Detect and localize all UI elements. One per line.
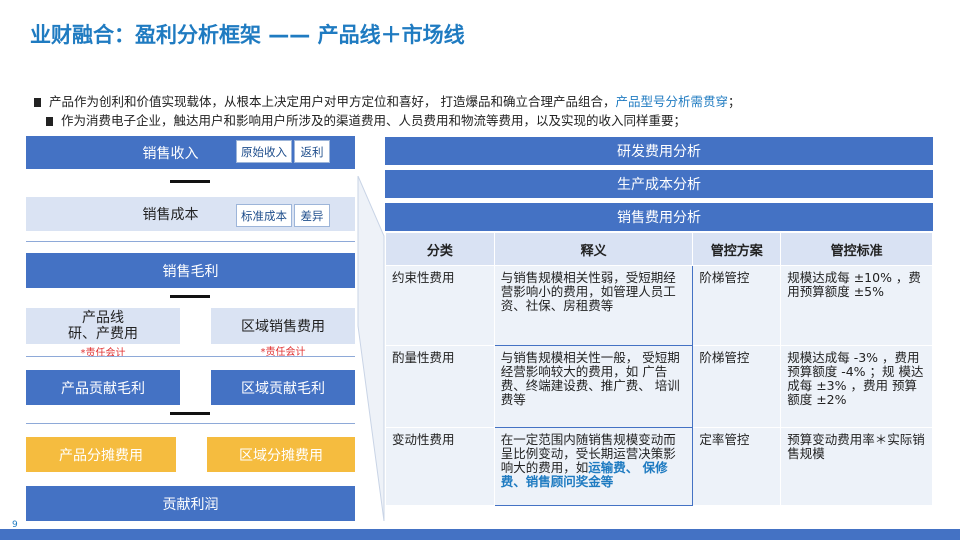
column-header: 释义 [493, 232, 694, 266]
table-row: 变动性费用 在一定范围内随销售规模变动而呈比例变动，受长期运营决策影响大的费用，… [385, 427, 933, 506]
column-header: 管控标准 [780, 232, 933, 266]
page-title: 业财融合：盈利分析框架 —— 产品线＋市场线 [30, 23, 465, 47]
bullet-1: 产品作为创利和价值实现载体，从根本上决定用户对甲方定位和喜好， 打造爆品和确立合… [34, 91, 741, 110]
product-allocated-expense-box: 产品分摊费用 [26, 437, 176, 472]
sales-cost-label: 销售成本 [142, 207, 199, 223]
explanation-cell: 在一定范围内随销售规模变动而呈比例变动，受长期运营决策影响大的费用，如运输费、 … [493, 427, 694, 506]
regional-allocated-expense-box: 区域分摊费用 [207, 437, 355, 472]
sales-expense-analysis-header: 销售费用分析 [385, 203, 933, 231]
product-contribution-margin-box: 产品贡献毛利 [26, 370, 180, 405]
divider-line [26, 423, 355, 424]
category-cell: 变动性费用 [385, 427, 495, 506]
expense-control-table: 分类 释义 管控方案 管控标准 约束性费用 与销售规模相关性弱，受短期经营影响小… [385, 232, 933, 506]
minus-sign [170, 295, 210, 298]
bullet-1-highlight: 产品型号分析需贯穿 [615, 94, 728, 109]
category-cell: 约束性费用 [385, 265, 495, 346]
column-header: 管控方案 [692, 232, 782, 266]
regional-contribution-margin-box: 区域贡献毛利 [211, 370, 355, 405]
tag-rebate: 返利 [294, 140, 330, 163]
rd-production-expense-label: 研、产费用 [68, 326, 138, 342]
standard-cell: 预算变动费用率＊实际销售规模 [780, 427, 933, 506]
connector-wedge [357, 176, 385, 521]
sales-income-label: 销售收入 [142, 145, 199, 162]
explanation-cell: 与销售规模相关性弱，受短期经营影响小的费用，如管理人员工资、社保、房租费等 [493, 265, 694, 346]
standard-cell: 规模达成每 -3% ，费用预算额度 -4% ；规 模达成每 ±3% ，费用 预算… [780, 345, 933, 428]
contribution-profit-box: 贡献利润 [26, 486, 355, 521]
scheme-cell: 阶梯管控 [692, 345, 782, 428]
minus-sign [170, 180, 210, 183]
table-row: 约束性费用 与销售规模相关性弱，受短期经营影响小的费用，如管理人员工资、社保、房… [385, 265, 933, 346]
gross-profit-box: 销售毛利 [26, 253, 355, 288]
rd-expense-analysis-header: 研发费用分析 [385, 137, 933, 165]
table-header-row: 分类 释义 管控方案 管控标准 [385, 232, 933, 266]
equals-line [26, 241, 355, 242]
equals-line [26, 356, 355, 357]
production-cost-analysis-header: 生产成本分析 [385, 170, 933, 198]
category-cell: 酌量性费用 [385, 345, 495, 428]
bullet-1-text: 产品作为创利和价值实现载体，从根本上决定用户对甲方定位和喜好， 打造爆品和确立合… [49, 94, 616, 109]
regional-sales-expense-box: 区域销售费用 [211, 308, 355, 344]
standard-cell: 规模达成每 ±10% ，费用预算额度 ±5% [780, 265, 933, 346]
product-line-label: 产品线 [82, 310, 124, 326]
product-line-expense-box: 产品线 研、产费用 [26, 308, 180, 344]
tag-original-income: 原始收入 [236, 140, 292, 163]
footer-bar [0, 529, 960, 540]
table-row: 酌量性费用 与销售规模相关性一般， 受短期经营影响较大的费用，如 广告费、终端建… [385, 345, 933, 428]
bullet-1-suffix: ； [728, 94, 741, 109]
tag-variance: 差异 [294, 204, 330, 227]
minus-sign [170, 412, 210, 415]
bullet-2-text: 作为消费电子企业，触达用户和影响用户所涉及的渠道费用、人员费用和物流等费用，以及… [61, 113, 687, 128]
scheme-cell: 阶梯管控 [692, 265, 782, 346]
bullet-marker-icon [46, 117, 53, 126]
scheme-cell: 定率管控 [692, 427, 782, 506]
column-header: 分类 [385, 232, 495, 266]
bullet-marker-icon [34, 98, 41, 107]
explanation-cell: 与销售规模相关性一般， 受短期经营影响较大的费用，如 广告费、终端建设费、推广费… [493, 345, 694, 428]
bullet-2: 作为消费电子企业，触达用户和影响用户所涉及的渠道费用、人员费用和物流等费用，以及… [46, 110, 686, 129]
tag-standard-cost: 标准成本 [236, 204, 292, 227]
